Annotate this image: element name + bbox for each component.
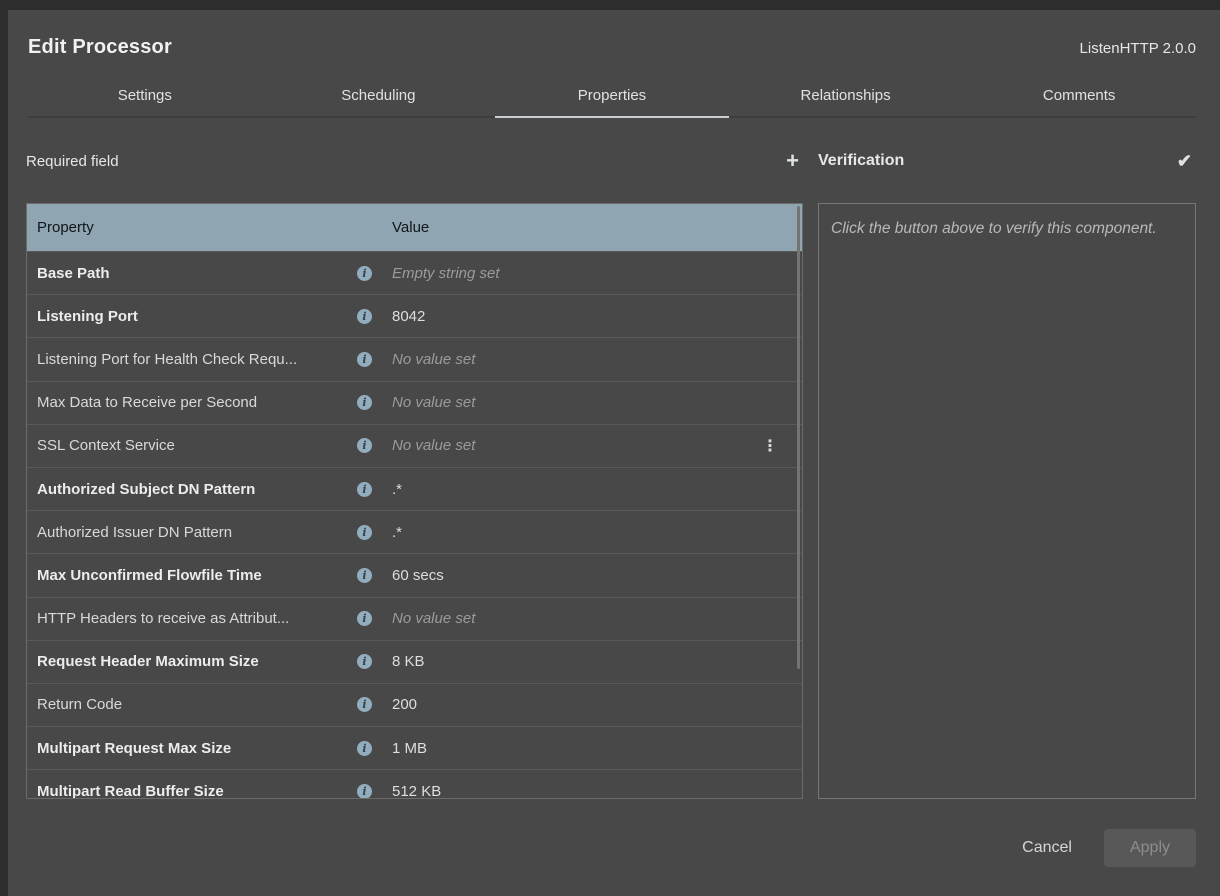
verify-button[interactable]: ✔ [1173,150,1196,172]
tab-properties[interactable]: Properties [495,77,729,116]
dialog-header: Edit Processor ListenHTTP 2.0.0 Settings… [8,10,1220,118]
property-name: Max Unconfirmed Flowfile Time [37,567,357,584]
property-value[interactable]: 200 [385,696,802,713]
property-value[interactable]: No value set [385,394,802,411]
property-value[interactable]: .* [385,481,802,498]
property-value[interactable]: Empty string set [385,265,802,282]
property-value[interactable]: 1 MB [385,740,802,757]
property-name: Listening Port [37,308,357,325]
table-row[interactable]: Multipart Read Buffer Sizei 512 KB [27,769,802,799]
table-row[interactable]: Base Pathi Empty string set [27,251,802,294]
property-value[interactable]: 8042 [385,308,802,325]
info-icon: i [357,438,372,453]
column-header-property: Property [37,219,357,236]
property-name: Base Path [37,265,357,282]
verification-message: Click the button above to verify this co… [831,217,1183,241]
dialog-title: Edit Processor [28,36,172,59]
apply-button[interactable]: Apply [1104,829,1196,867]
property-value[interactable]: 8 KB [385,653,802,670]
property-name: SSL Context Service [37,437,357,454]
property-name: Request Header Maximum Size [37,653,357,670]
table-header-row: Property Value [27,204,802,251]
column-header-value: Value [385,219,802,236]
info-icon: i [357,352,372,367]
checkmark-icon: ✔ [1177,151,1192,171]
info-icon: i [357,482,372,497]
table-row[interactable]: Authorized Subject DN Patterni .* [27,467,802,510]
tab-relationships[interactable]: Relationships [729,77,963,116]
property-name: Max Data to Receive per Second [37,394,357,411]
table-row[interactable]: Return Codei 200 [27,683,802,726]
table-scrollbar[interactable] [797,206,800,669]
table-row[interactable]: Multipart Request Max Sizei 1 MB [27,726,802,769]
info-icon: i [357,741,372,756]
property-value[interactable]: .* [385,524,802,541]
property-value[interactable]: No value set [385,437,802,454]
property-value[interactable]: No value set [385,351,802,368]
required-field-label: Required field [26,153,119,170]
dialog-footer: Cancel Apply [8,799,1220,896]
table-row[interactable]: HTTP Headers to receive as Attribut...iN… [27,597,802,640]
info-icon: i [357,568,372,583]
edit-processor-dialog: Edit Processor ListenHTTP 2.0.0 Settings… [8,10,1220,896]
property-name: Listening Port for Health Check Requ... [37,351,357,368]
verification-pane: Verification ✔ Click the button above to… [818,118,1196,799]
table-row[interactable]: Listening Porti 8042 [27,294,802,337]
tab-bar: SettingsSchedulingPropertiesRelationship… [28,77,1196,118]
table-row[interactable]: Listening Port for Health Check Requ...i… [27,337,802,380]
processor-version: ListenHTTP 2.0.0 [1080,40,1196,57]
info-icon: i [357,697,372,712]
property-name: Multipart Read Buffer Size [37,783,357,799]
info-icon: i [357,266,372,281]
property-name: HTTP Headers to receive as Attribut... [37,610,357,627]
property-name: Multipart Request Max Size [37,740,357,757]
properties-table-body: Base PathiEmpty string setListening Port… [27,251,802,799]
plus-icon: + [786,148,799,173]
info-icon: i [357,611,372,626]
info-icon: i [357,309,372,324]
table-row[interactable]: Authorized Issuer DN Patterni .* [27,510,802,553]
dialog-body: Required field + Property Value Base Pat… [8,118,1220,799]
table-row[interactable]: SSL Context Servicei No value set⋮ [27,424,802,467]
property-name: Authorized Issuer DN Pattern [37,524,357,541]
table-row[interactable]: Request Header Maximum Sizei 8 KB [27,640,802,683]
tab-settings[interactable]: Settings [28,77,262,116]
info-icon: i [357,525,372,540]
table-row[interactable]: Max Data to Receive per Secondi No value … [27,381,802,424]
tab-comments[interactable]: Comments [962,77,1196,116]
verification-label: Verification [818,152,904,170]
property-name: Authorized Subject DN Pattern [37,481,357,498]
properties-pane: Required field + Property Value Base Pat… [26,118,803,799]
info-icon: i [357,654,372,669]
property-value[interactable]: No value set [385,610,802,627]
more-options-icon[interactable]: ⋮ [760,436,780,456]
tab-scheduling[interactable]: Scheduling [262,77,496,116]
info-icon: i [357,784,372,799]
property-value[interactable]: 512 KB [385,783,802,799]
property-value[interactable]: 60 secs [385,567,802,584]
add-property-button[interactable]: + [782,148,803,174]
info-icon: i [357,395,372,410]
verification-results-box: Click the button above to verify this co… [818,203,1196,799]
property-name: Return Code [37,696,357,713]
table-row[interactable]: Max Unconfirmed Flowfile Timei 60 secs [27,553,802,596]
properties-table: Property Value Base PathiEmpty string se… [26,203,803,799]
cancel-button[interactable]: Cancel [1012,831,1082,865]
